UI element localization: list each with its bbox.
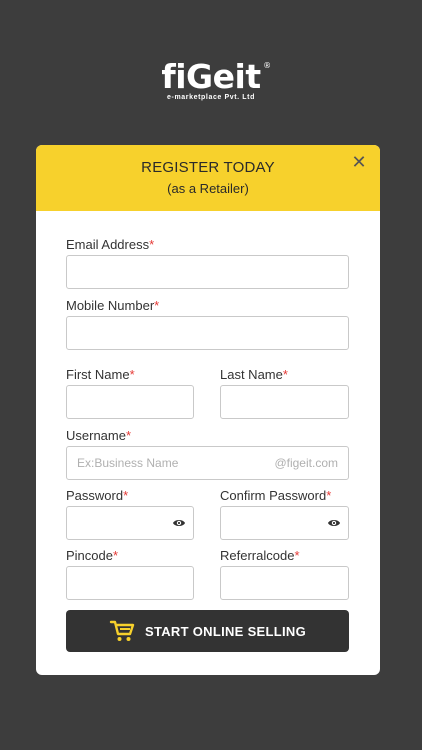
username-field-group: Username* Ex:Business Name @figeit.com <box>66 428 349 480</box>
referralcode-label: Referralcode* <box>220 548 300 563</box>
referralcode-field-group: Referralcode* <box>220 548 349 600</box>
shopping-cart-icon <box>109 620 135 641</box>
last-name-input[interactable] <box>220 385 349 419</box>
card-header: REGISTER TODAY (as a Retailer) ✕ <box>36 145 380 211</box>
confirm-password-label: Confirm Password* <box>220 488 332 503</box>
referralcode-input[interactable] <box>220 566 349 600</box>
pincode-input[interactable] <box>66 566 194 600</box>
username-label: Username* <box>66 428 132 443</box>
last-name-field-group: Last Name* <box>220 367 349 419</box>
mobile-input[interactable] <box>66 316 349 350</box>
card-subtitle: (as a Retailer) <box>167 181 249 196</box>
close-icon[interactable]: ✕ <box>350 153 368 171</box>
pincode-label: Pincode* <box>66 548 119 563</box>
card-title: REGISTER TODAY <box>141 159 275 176</box>
mobile-label: Mobile Number* <box>66 298 160 313</box>
logo-wordmark: fiGeit ® <box>161 57 271 96</box>
confirm-password-field-group: Confirm Password* <box>220 488 349 540</box>
start-online-selling-label: START ONLINE SELLING <box>144 623 307 639</box>
password-input[interactable] <box>66 506 194 540</box>
first-name-field-group: First Name* <box>66 367 194 419</box>
username-domain-suffix: @figeit.com <box>274 456 338 470</box>
email-label: Email Address* <box>66 237 155 252</box>
eye-icon[interactable] <box>327 517 341 529</box>
brand-logo: fiGeit ® e-marketplace Pvt. Ltd <box>0 57 422 102</box>
logo-registered-mark: ® <box>263 61 271 70</box>
password-field-group: Password* <box>66 488 194 540</box>
confirm-password-input[interactable] <box>220 506 349 540</box>
pincode-field-group: Pincode* <box>66 548 194 600</box>
mobile-field-group: Mobile Number* <box>66 298 349 350</box>
first-name-input[interactable] <box>66 385 194 419</box>
email-field-group: Email Address* <box>66 237 349 289</box>
start-online-selling-button[interactable]: START ONLINE SELLING <box>66 610 349 652</box>
username-placeholder: Ex:Business Name <box>77 456 179 470</box>
logo-name: fiGeit <box>161 57 261 96</box>
eye-icon[interactable] <box>172 517 186 529</box>
last-name-label: Last Name* <box>220 367 288 382</box>
email-input[interactable] <box>66 255 349 289</box>
username-input[interactable]: Ex:Business Name @figeit.com <box>66 446 349 480</box>
register-card: REGISTER TODAY (as a Retailer) ✕ Email A… <box>36 145 380 675</box>
password-label: Password* <box>66 488 129 503</box>
first-name-label: First Name* <box>66 367 135 382</box>
